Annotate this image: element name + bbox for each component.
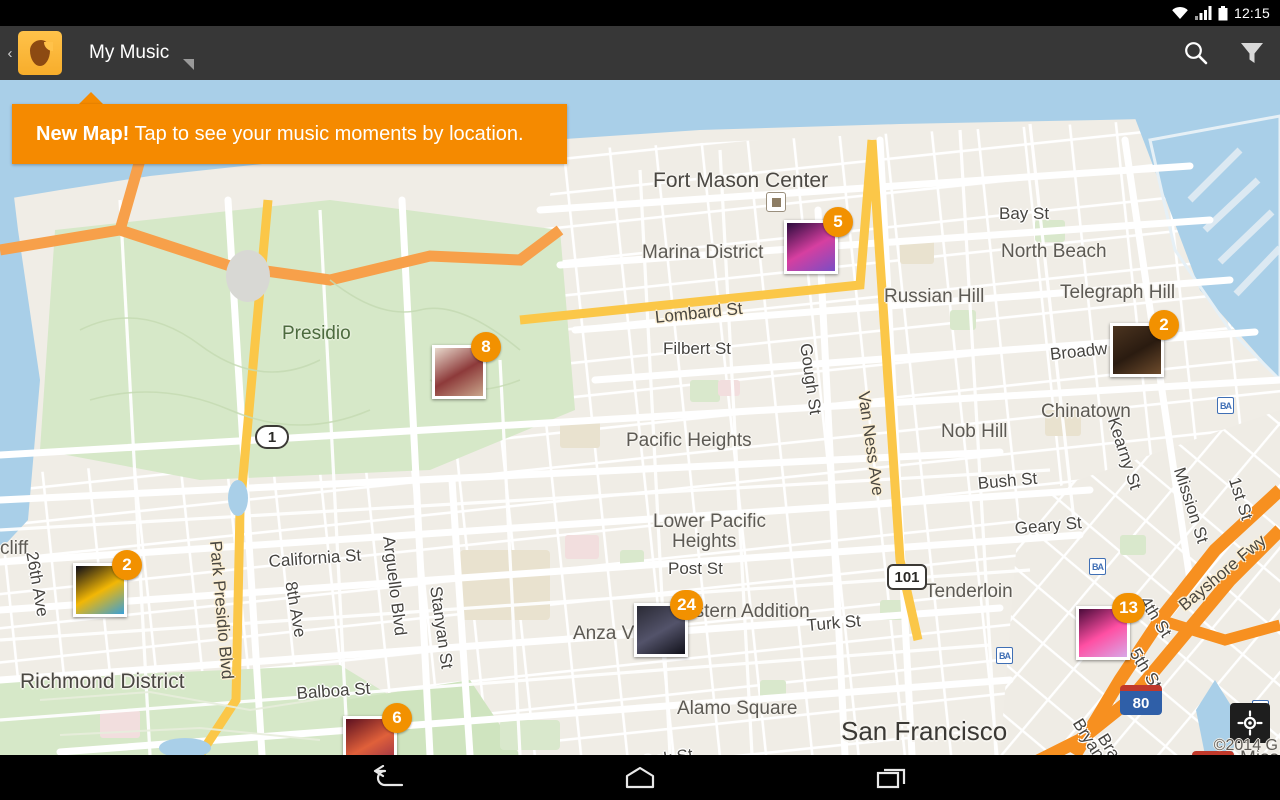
broadway-marker[interactable]: 2 (1110, 310, 1179, 377)
transit-station-icon: BA (1089, 558, 1106, 575)
status-clock: 12:15 (1233, 5, 1270, 21)
promo-headline: New Map! (36, 122, 130, 145)
richmond-marker[interactable]: 2 (73, 550, 142, 617)
transit-station-icon: BA (1217, 397, 1234, 414)
back-arrow-icon (373, 764, 404, 786)
marina-marker[interactable]: 5 (784, 207, 853, 274)
route-shield-1: 1 (255, 425, 289, 449)
moment-count-badge: 13 (1112, 593, 1145, 623)
moment-count-badge: 5 (823, 207, 853, 237)
map-attribution: ©2014 G (1213, 737, 1278, 754)
balboa-marker[interactable]: 6 (343, 703, 412, 755)
filter-button[interactable] (1224, 26, 1280, 80)
route-shield-80: 80 (1120, 685, 1162, 715)
transit-station-icon: BA (996, 647, 1013, 664)
status-bar: 12:15 (0, 0, 1280, 26)
nav-home-button[interactable] (610, 755, 670, 800)
chevron-down-icon[interactable] (183, 58, 195, 70)
landmark-poi-icon (766, 192, 786, 212)
presidio-marker[interactable]: 8 (432, 332, 501, 399)
moment-count-badge: 8 (471, 332, 501, 362)
music-app-icon[interactable] (18, 31, 62, 75)
wifi-icon (1172, 6, 1188, 20)
filter-icon (1241, 43, 1263, 63)
app-logo-glyph (30, 40, 53, 66)
moment-count-badge: 24 (670, 590, 703, 620)
route-shield-101: 101 (887, 564, 927, 590)
addition-marker[interactable]: 24 (634, 590, 703, 657)
action-bar: ‹ My Music (0, 26, 1280, 80)
battery-icon (1218, 5, 1228, 20)
recent-apps-icon (876, 768, 906, 788)
search-button[interactable] (1168, 26, 1224, 80)
page-title: My Music (89, 42, 170, 63)
map-view[interactable]: Fort Mason Center Marina District Bay St No… (0, 80, 1280, 755)
new-map-promo-banner[interactable]: New Map! Tap to see your music moments b… (12, 104, 567, 164)
moment-count-badge: 2 (112, 550, 142, 580)
nav-back-button[interactable] (358, 755, 418, 800)
android-screen: 12:15 ‹ My Music Fort Mason Center Marin… (0, 0, 1280, 800)
my-location-icon (1237, 710, 1263, 736)
up-navigation-caret[interactable]: ‹ (2, 45, 18, 62)
promo-text: New Map! Tap to see your music moments b… (36, 123, 524, 146)
moment-count-badge: 2 (1149, 310, 1179, 340)
system-navigation-bar (0, 755, 1280, 800)
home-icon (625, 766, 655, 788)
soma-marker[interactable]: 13 (1076, 593, 1145, 660)
nav-recents-button[interactable] (862, 755, 922, 800)
search-icon (1185, 42, 1208, 65)
cellular-signal-icon (1194, 6, 1212, 20)
promo-message: Tap to see your music moments by locatio… (129, 122, 524, 145)
moment-count-badge: 6 (382, 703, 412, 733)
